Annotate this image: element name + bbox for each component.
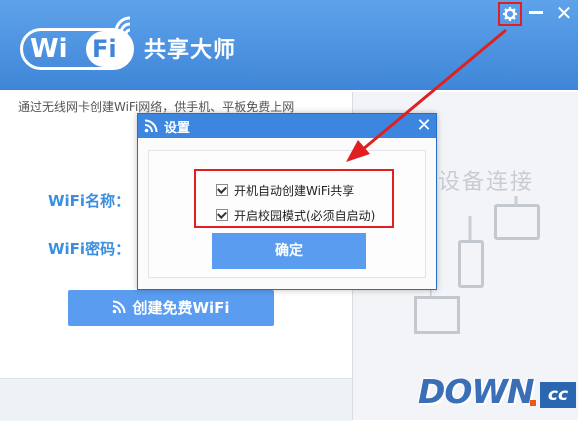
logo-wi-text: Wi: [30, 34, 68, 64]
watermark-down: DOWN: [418, 372, 534, 411]
confirm-button[interactable]: 确定: [212, 233, 366, 269]
wifi-icon: [113, 300, 126, 314]
settings-button[interactable]: [498, 2, 522, 26]
campus-mode-checkbox[interactable]: [216, 209, 228, 221]
device-connect-label: 设备连接: [438, 170, 535, 195]
option-autostart[interactable]: 开机自动创建WiFi共享: [216, 182, 354, 199]
autostart-label: 开机自动创建WiFi共享: [234, 184, 355, 198]
create-wifi-label: 创建免费WiFi: [132, 299, 230, 317]
watermark-cc: cc: [540, 382, 576, 408]
wifi-name-label: WiFi名称：: [48, 192, 131, 210]
dialog-titlebar: 设置 ✕: [138, 114, 436, 138]
app-title: 共享大师: [144, 38, 237, 63]
autostart-checkbox[interactable]: [216, 184, 228, 196]
gear-icon: [503, 7, 517, 21]
watermark-dot: [530, 400, 536, 406]
dialog-title: 设置: [164, 121, 191, 136]
wifi-icon: [144, 119, 158, 133]
close-icon[interactable]: ✕: [553, 2, 575, 24]
device-links: [430, 196, 518, 296]
wifi-password-label: WiFi密码：: [48, 240, 131, 258]
campus-mode-label: 开启校园模式(必须自启动): [234, 209, 376, 223]
minimize-icon[interactable]: [529, 11, 543, 14]
status-bar: [0, 378, 352, 421]
dialog-close-icon[interactable]: ✕: [414, 115, 434, 137]
settings-dialog: 设置 ✕ 开机自动创建WiFi共享 开启校园模式(必须自启动) 确定: [137, 113, 437, 290]
logo-wifi-icon: [114, 16, 131, 35]
option-campus-mode[interactable]: 开启校园模式(必须自启动): [216, 207, 375, 224]
create-wifi-button[interactable]: 创建免费WiFi: [68, 290, 274, 326]
site-watermark: DOWN cc: [418, 372, 576, 418]
